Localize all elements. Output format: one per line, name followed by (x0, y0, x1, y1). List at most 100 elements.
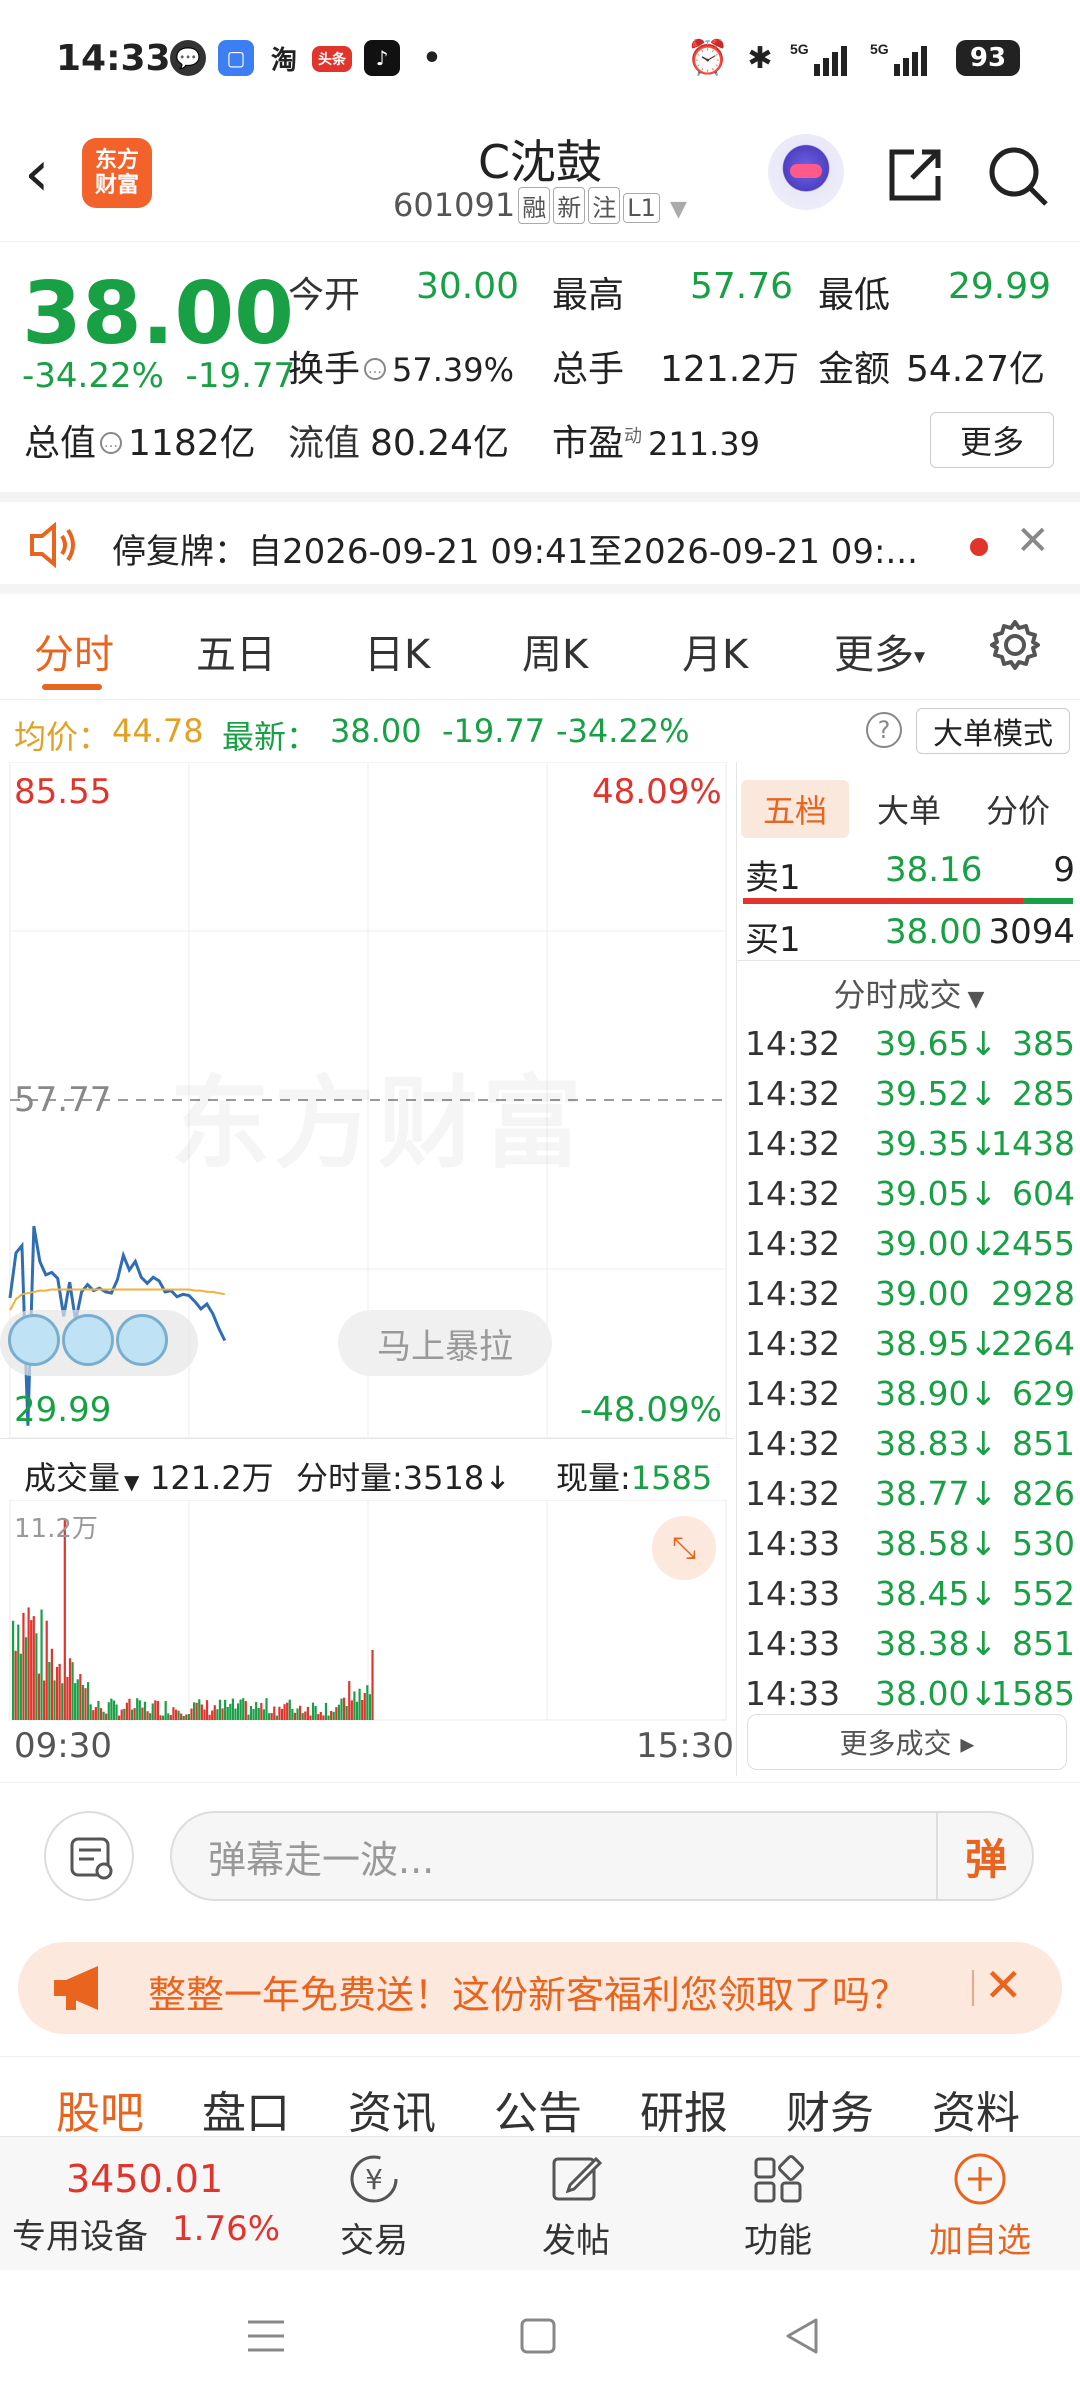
volume-bar (24, 1637, 28, 1720)
tab-announcements[interactable]: 公告 (494, 2077, 582, 2141)
close-notice-icon[interactable]: ✕ (1016, 518, 1050, 564)
mktcap-item: 总值… 1182亿 (24, 414, 256, 466)
volume-bar (296, 1708, 299, 1720)
tick-time: 14:32 (745, 1424, 841, 1463)
share-icon[interactable] (884, 144, 946, 206)
tick-price: 38.95↓ (875, 1324, 998, 1363)
volume-bar (200, 1704, 203, 1720)
danmaku-input[interactable]: 弹幕走一波... (170, 1811, 1034, 1901)
volume-indicator-select[interactable]: 成交量 ▼ (24, 1453, 139, 1499)
tab-forum[interactable]: 股吧 (56, 2077, 144, 2141)
tab-financials[interactable]: 财务 (786, 2077, 874, 2141)
tick-list-header[interactable]: 分时成交 ▼ (737, 970, 1080, 1016)
tick-volume: 2928 (991, 1274, 1075, 1313)
tick-volume: 530 (1012, 1524, 1075, 1563)
tick-time: 14:33 (745, 1624, 841, 1663)
volume-bar (319, 1711, 322, 1720)
promo-separator (972, 1970, 974, 2006)
volume-bar (154, 1700, 157, 1720)
home-icon[interactable] (516, 2314, 560, 2358)
functions-button[interactable]: 功能 (708, 2143, 848, 2262)
volume-bar (216, 1709, 219, 1720)
turnover-info-icon[interactable]: … (364, 358, 387, 380)
volume-bar (66, 1676, 69, 1720)
volume-bar (55, 1666, 59, 1720)
volume-bar (353, 1691, 356, 1720)
chevron-down-icon: ▼ (124, 1470, 140, 1494)
volume-bar (348, 1681, 351, 1720)
tick-volume: 2455 (991, 1224, 1075, 1263)
volume-bar (249, 1706, 253, 1720)
close-promo-icon[interactable]: ✕ (984, 1958, 1023, 2012)
tab-order-book[interactable]: 盘口 (202, 2077, 290, 2141)
promo-banner[interactable]: 整整一年免费送！这份新客福利您领取了吗？ ✕ (18, 1942, 1062, 2034)
tab-intraday[interactable]: 分时 (34, 622, 114, 680)
crying-emoji-icon[interactable] (8, 1314, 60, 1366)
stock-switch-caret-icon[interactable]: ▼ (670, 197, 687, 222)
big-order-mode-button[interactable]: 大单模式 (916, 708, 1070, 754)
back-nav-icon[interactable] (780, 2314, 824, 2358)
volume-bar (182, 1715, 185, 1720)
intraday-chart[interactable]: 东方财富 85.55 48.09% 57.77 29.99 -48.09% 马上… (0, 762, 734, 1448)
more-deals-button[interactable]: 更多成交 ▸ (747, 1714, 1067, 1770)
tab-news[interactable]: 资讯 (348, 2077, 436, 2141)
halt-notice[interactable]: 停复牌：自2026-09-21 09:41至2026-09-21 09:... … (0, 492, 1080, 594)
tab-five-level[interactable]: 五档 (741, 780, 849, 838)
volume-bar (366, 1685, 369, 1720)
volume-bar (102, 1711, 105, 1720)
sector-index-value[interactable]: 3450.01 (66, 2157, 223, 2201)
volume-bar (76, 1679, 79, 1720)
volume-bar (68, 1658, 72, 1720)
tick-time: 14:32 (745, 1374, 841, 1413)
trade-button[interactable]: ¥ 交易 (304, 2143, 444, 2262)
sector-name[interactable]: 专用设备 (12, 2209, 148, 2258)
add-watchlist-button[interactable]: 加自选 (910, 2143, 1050, 2262)
halt-notice-text: 停复牌：自2026-09-21 09:41至2026-09-21 09:... (112, 532, 918, 572)
volume-bar (120, 1709, 123, 1720)
tab-profile[interactable]: 资料 (932, 2077, 1020, 2141)
volume-bar (180, 1713, 183, 1720)
ai-assistant-icon[interactable] (768, 134, 844, 210)
volume-bar (283, 1704, 286, 1720)
tab-more[interactable]: 更多▾ (834, 622, 925, 680)
tab-price-dist[interactable]: 分价 (973, 780, 1063, 838)
tab-five-day[interactable]: 五日 (196, 622, 276, 680)
volume-bar (118, 1715, 121, 1720)
tab-big-order[interactable]: 大单 (869, 780, 949, 838)
post-button[interactable]: 发帖 (506, 2143, 646, 2262)
tab-monthly-k[interactable]: 月K (682, 622, 748, 680)
crying-emoji-icon-3[interactable] (116, 1314, 168, 1366)
expand-icon[interactable]: ⤡ (652, 1516, 716, 1580)
tab-more-caret-icon: ▾ (914, 644, 926, 670)
volume-bar (368, 1694, 372, 1720)
danmaku-toggle-button[interactable]: 弹 (936, 1811, 1034, 1901)
tick-time: 14:32 (745, 1174, 841, 1213)
volume-bar (58, 1663, 61, 1720)
time-end-label: 15:30 (636, 1726, 734, 1766)
pe-value: 211.39 (648, 425, 760, 463)
open-value: 30.00 (416, 266, 520, 307)
pull-up-button[interactable]: 马上暴拉 (338, 1310, 552, 1376)
tab-research[interactable]: 研报 (640, 2077, 728, 2141)
gear-icon[interactable] (988, 618, 1042, 672)
volume-bar (172, 1707, 175, 1720)
volume-bar (169, 1715, 172, 1720)
volume-chart[interactable]: 11.2万 ⤡ (0, 1499, 734, 1722)
volume-bar (255, 1701, 258, 1720)
amount-value: 54.27亿 (906, 349, 1046, 390)
sell1-price: 38.16 (885, 850, 983, 890)
tab-daily-k[interactable]: 日K (364, 622, 430, 680)
crying-emoji-icon-2[interactable] (62, 1314, 114, 1366)
tick-time: 14:33 (745, 1524, 841, 1563)
search-icon[interactable] (986, 144, 1050, 208)
volume-bar (86, 1682, 90, 1720)
danmaku-settings-icon[interactable] (44, 1811, 134, 1901)
quote-panel: 38.00 -34.22% -19.77 今开 30.00 最高 57.76 最… (0, 244, 1080, 488)
mktcap-info-icon[interactable]: … (100, 432, 123, 454)
help-icon[interactable]: ? (866, 712, 902, 748)
mktcap-value: 1182亿 (128, 423, 256, 464)
more-quote-button[interactable]: 更多 (930, 412, 1054, 468)
pe-item: 市盈动 211.39 (552, 414, 760, 466)
menu-icon[interactable] (244, 2314, 288, 2358)
tab-weekly-k[interactable]: 周K (522, 622, 588, 680)
